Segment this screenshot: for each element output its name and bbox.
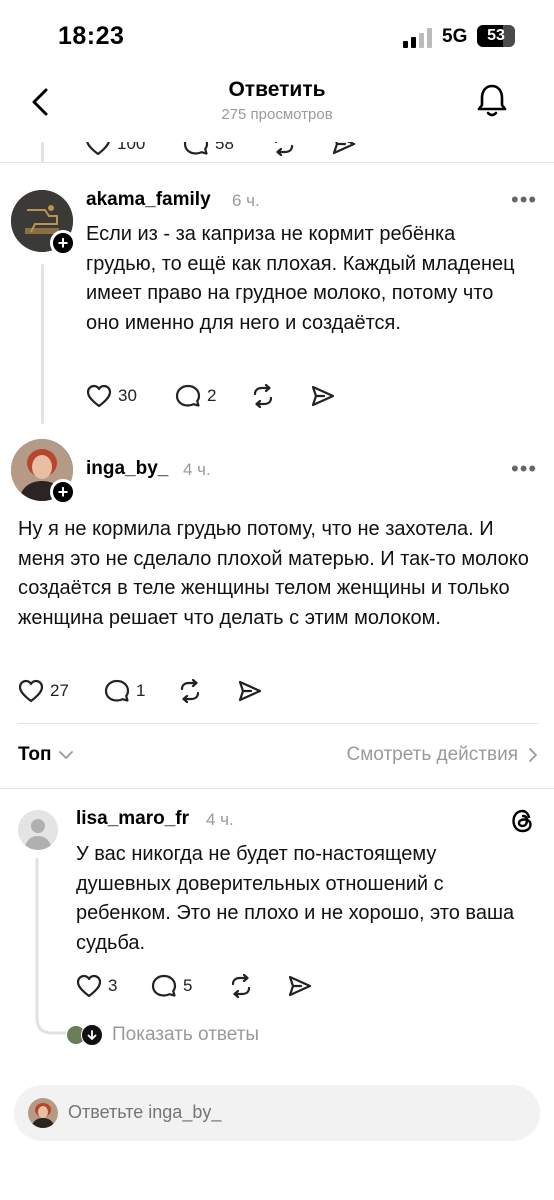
sort-label: Топ: [18, 744, 52, 765]
like-button[interactable]: 100: [85, 142, 145, 156]
heart-icon: [86, 142, 110, 156]
comment-icon: [104, 679, 130, 702]
partial-post: 100 58: [0, 142, 554, 162]
sort-dropdown[interactable]: Топ: [18, 744, 74, 766]
view-activity-link[interactable]: Смотреть действия: [347, 744, 538, 766]
battery-icon: 53: [477, 25, 515, 47]
current-user-avatar: [28, 1098, 58, 1128]
like-count: 100: [117, 142, 146, 153]
status-time: 18:23: [58, 22, 125, 50]
network-type: 5G: [442, 26, 468, 47]
like-count: 3: [108, 976, 118, 995]
thread-line: [41, 264, 44, 424]
comment-icon: [175, 384, 201, 407]
show-replies-label: Показать ответы: [112, 1024, 260, 1045]
more-options-icon[interactable]: •••: [511, 458, 541, 484]
reply-avatars: [66, 1024, 103, 1046]
divider: [0, 162, 554, 163]
reply-input[interactable]: [68, 1102, 508, 1123]
bell-icon[interactable]: [474, 80, 510, 120]
divider: [0, 788, 554, 789]
comment-count: 58: [215, 142, 234, 153]
page-title: Ответить: [228, 78, 326, 101]
like-button[interactable]: 3: [76, 974, 117, 998]
threads-logo-icon[interactable]: [510, 808, 536, 834]
view-activity-label: Смотреть действия: [346, 744, 518, 765]
comment-button[interactable]: 58: [183, 142, 234, 156]
repost-icon[interactable]: [250, 384, 276, 408]
thread-connector: [35, 858, 68, 1035]
username[interactable]: akama_family: [86, 189, 211, 211]
view-count: 275 просмотров: [221, 106, 333, 123]
follow-button[interactable]: +: [50, 230, 76, 256]
reply-box[interactable]: [14, 1085, 540, 1141]
like-button[interactable]: 30: [86, 384, 137, 408]
heart-icon: [18, 679, 44, 703]
post-text: Ну я не кормила грудью потому, что не за…: [18, 518, 529, 629]
post-time: 4 ч.: [183, 460, 211, 479]
comment-button[interactable]: 5: [151, 974, 192, 998]
heart-icon: [86, 384, 112, 408]
username[interactable]: inga_by_: [86, 458, 168, 480]
signal-icon: [403, 28, 432, 48]
status-bar: 18:23 5G 53: [0, 0, 554, 72]
follow-button[interactable]: +: [50, 479, 76, 505]
share-icon[interactable]: [237, 679, 263, 703]
chevron-right-icon: [529, 748, 537, 762]
share-icon[interactable]: [287, 974, 313, 998]
header: Ответить 275 просмотров: [0, 72, 554, 144]
avatar[interactable]: [18, 810, 58, 850]
comment-icon: [183, 142, 209, 155]
heart-icon: [76, 974, 102, 998]
post-time: 4 ч.: [206, 810, 234, 829]
like-count: 30: [118, 386, 137, 405]
username[interactable]: lisa_maro_fr: [76, 808, 189, 830]
post-time: 6 ч.: [232, 191, 260, 210]
divider: [18, 723, 538, 724]
arrow-down-icon: [81, 1024, 103, 1046]
comment-count: 1: [136, 681, 146, 700]
more-options-icon[interactable]: •••: [511, 189, 541, 215]
thread-line: [41, 142, 44, 162]
like-button[interactable]: 27: [18, 679, 69, 703]
battery-level: 53: [487, 27, 505, 44]
repost-icon[interactable]: [177, 679, 203, 703]
post-text: Если из - за каприза не кормит ребёнка г…: [86, 223, 515, 334]
comment-count: 5: [183, 976, 193, 995]
share-icon[interactable]: [331, 142, 357, 156]
default-avatar-icon: [18, 810, 58, 850]
show-replies-button[interactable]: Показать ответы: [66, 1024, 259, 1046]
like-count: 27: [50, 681, 69, 700]
post-text: У вас никогда не будет по-настоящему душ…: [76, 843, 515, 954]
chevron-down-icon: [58, 751, 73, 759]
comment-button[interactable]: 2: [175, 384, 216, 408]
repost-icon[interactable]: [228, 974, 254, 998]
repost-icon[interactable]: [271, 142, 297, 156]
comment-count: 2: [207, 386, 217, 405]
comment-button[interactable]: 1: [104, 679, 145, 703]
comment-icon: [151, 974, 177, 997]
share-icon[interactable]: [310, 384, 336, 408]
sort-row: Топ Смотреть действия: [18, 742, 538, 772]
